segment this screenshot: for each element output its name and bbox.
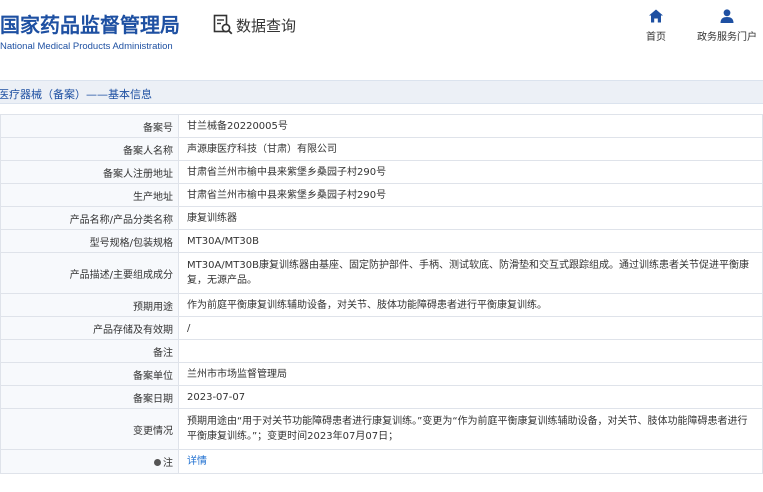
field-value: 声源康医疗科技（甘肃）有限公司 [178, 137, 763, 161]
nav-home[interactable]: 首页 [646, 8, 666, 43]
table-row: 备案号 甘兰械备20220005号 [0, 114, 763, 138]
brand-name-cn: 国家药品监督管理局 [0, 13, 180, 37]
field-label: 型号规格/包装规格 [0, 229, 179, 253]
field-label: 产品描述/主要组成成分 [0, 252, 179, 294]
note-label: 注 [163, 458, 173, 469]
field-label: 备案单位 [0, 362, 179, 386]
field-value: 2023-07-07 [178, 385, 763, 409]
field-value: 预期用途由“用于对关节功能障碍患者进行康复训练。”变更为“作为前庭平衡康复训练辅… [178, 408, 763, 450]
site-header: 国家药品监督管理局 National Medical Products Admi… [0, 0, 763, 64]
note-value-cell: 详情 [178, 449, 763, 474]
field-value: 甘肃省兰州市榆中县来紫堡乡桑园子村290号 [178, 183, 763, 207]
site-logo[interactable]: 国家药品监督管理局 National Medical Products Admi… [0, 9, 180, 52]
section-header: 医疗器械（备案）——基本信息 [0, 80, 763, 104]
nav-service-portal-label: 政务服务门户 [697, 32, 757, 43]
field-label: 变更情况 [0, 408, 179, 450]
field-label: 备案号 [0, 114, 179, 138]
field-label: 备注 [0, 339, 179, 363]
field-label: 备案人名称 [0, 137, 179, 161]
field-label: 备案日期 [0, 385, 179, 409]
details-link[interactable]: 详情 [187, 456, 207, 467]
home-icon [649, 9, 663, 23]
document-search-icon [213, 14, 233, 35]
table-row: 备案日期 2023-07-07 [0, 385, 763, 409]
field-value: MT30A/MT30B康复训练器由基座、固定防护部件、手柄、测试软底、防滑垫和交… [178, 252, 763, 294]
field-label: 产品存储及有效期 [0, 316, 179, 340]
field-label: 产品名称/产品分类名称 [0, 206, 179, 230]
table-row: 产品存储及有效期 / [0, 316, 763, 340]
field-value: 兰州市市场监督管理局 [178, 362, 763, 386]
table-row: 生产地址 甘肃省兰州市榆中县来紫堡乡桑园子村290号 [0, 183, 763, 207]
field-label: 生产地址 [0, 183, 179, 207]
field-label: 预期用途 [0, 293, 179, 317]
field-value: 甘肃省兰州市榆中县来紫堡乡桑园子村290号 [178, 160, 763, 184]
brand-name-en: National Medical Products Administration [0, 41, 173, 52]
table-row: 注 详情 [0, 449, 763, 474]
table-row: 备案人注册地址 甘肃省兰州市榆中县来紫堡乡桑园子村290号 [0, 160, 763, 184]
field-value: 康复训练器 [178, 206, 763, 230]
table-row: 产品名称/产品分类名称 康复训练器 [0, 206, 763, 230]
record-detail-table: 备案号 甘兰械备20220005号 备案人名称 声源康医疗科技（甘肃）有限公司 … [0, 114, 763, 474]
table-row: 变更情况 预期用途由“用于对关节功能障碍患者进行康复训练。”变更为“作为前庭平衡… [0, 408, 763, 450]
field-label: 备案人注册地址 [0, 160, 179, 184]
pin-icon [154, 459, 161, 466]
field-value [178, 339, 763, 363]
field-value: 甘兰械备20220005号 [178, 114, 763, 138]
note-label-cell: 注 [0, 449, 179, 474]
table-row: 备注 [0, 339, 763, 363]
nav-service-portal[interactable]: 政务服务门户 [697, 8, 757, 43]
field-value: / [178, 316, 763, 340]
table-row: 预期用途 作为前庭平衡康复训练辅助设备，对关节、肢体功能障碍患者进行平衡康复训练… [0, 293, 763, 317]
field-value: MT30A/MT30B [178, 229, 763, 253]
field-value: 作为前庭平衡康复训练辅助设备，对关节、肢体功能障碍患者进行平衡康复训练。 [178, 293, 763, 317]
user-icon [720, 9, 734, 23]
data-query-heading: 数据查询 [213, 14, 296, 36]
section-title: 医疗器械（备案）——基本信息 [0, 88, 152, 101]
table-row: 型号规格/包装规格 MT30A/MT30B [0, 229, 763, 253]
table-row: 备案单位 兰州市市场监督管理局 [0, 362, 763, 386]
table-row: 备案人名称 声源康医疗科技（甘肃）有限公司 [0, 137, 763, 161]
table-row: 产品描述/主要组成成分 MT30A/MT30B康复训练器由基座、固定防护部件、手… [0, 252, 763, 294]
page-title: 数据查询 [236, 16, 297, 35]
nav-home-label: 首页 [646, 32, 666, 43]
